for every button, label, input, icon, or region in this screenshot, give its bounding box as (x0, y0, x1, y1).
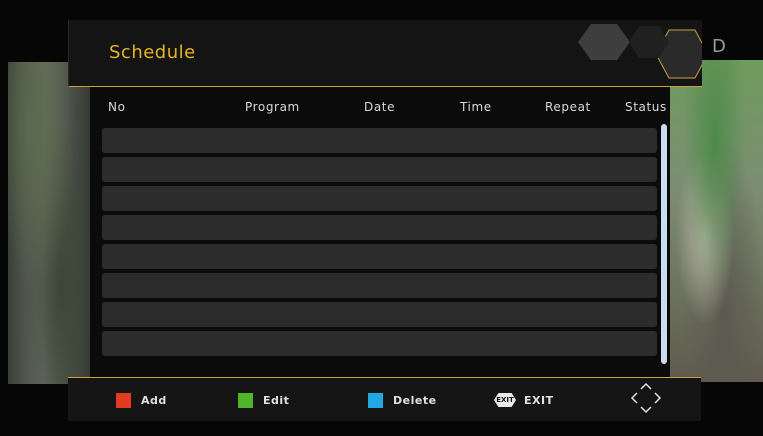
blue-key-icon (368, 392, 383, 408)
hexagon-decoration-icon (578, 24, 702, 79)
list-item[interactable] (102, 157, 657, 182)
list-item[interactable] (102, 128, 657, 153)
list-item[interactable] (102, 331, 657, 356)
direction-pad-icon (630, 382, 662, 414)
schedule-list (102, 128, 657, 360)
column-header-time: Time (460, 100, 492, 114)
list-item[interactable] (102, 302, 657, 327)
delete-label: Delete (393, 393, 437, 407)
background-right (666, 60, 763, 382)
scrollbar[interactable] (661, 124, 667, 364)
column-header-date: Date (364, 100, 396, 114)
column-header-no: No (108, 100, 126, 114)
exit-label: EXIT (524, 393, 554, 407)
header-bar: Schedule (68, 20, 702, 87)
exit-key-icon: EXIT (494, 393, 516, 407)
list-item[interactable] (102, 215, 657, 240)
red-key-icon (116, 392, 131, 408)
edit-button[interactable]: Edit (238, 392, 289, 408)
column-header-program: Program (245, 100, 300, 114)
list-item[interactable] (102, 244, 657, 269)
add-label: Add (141, 393, 167, 407)
column-header-status: Status (625, 100, 667, 114)
column-header-repeat: Repeat (545, 100, 591, 114)
page-title: Schedule (109, 42, 196, 63)
edit-label: Edit (263, 393, 290, 407)
exit-button[interactable]: EXIT EXIT (494, 392, 554, 408)
list-item[interactable] (102, 273, 657, 298)
background-left (8, 62, 98, 384)
add-button[interactable]: Add (116, 392, 167, 408)
footer-bar: Add Edit Delete EXIT EXIT (68, 377, 701, 421)
green-key-icon (238, 392, 253, 408)
delete-button[interactable]: Delete (368, 392, 437, 408)
list-item[interactable] (102, 186, 657, 211)
corner-letter: D (712, 36, 726, 57)
